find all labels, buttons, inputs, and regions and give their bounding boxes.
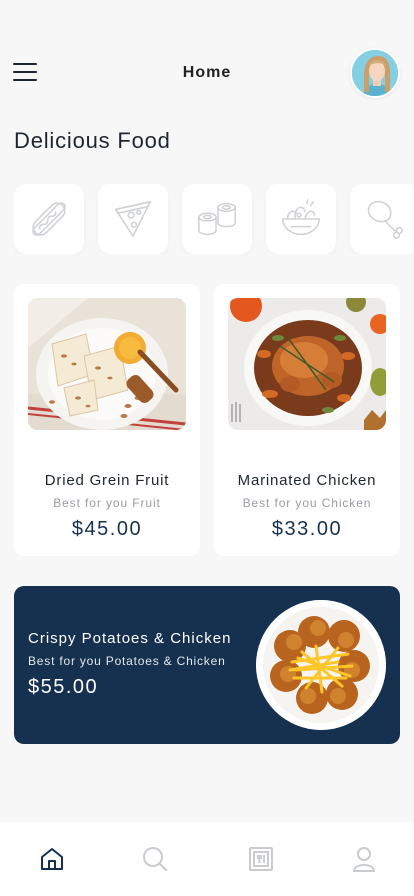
product-card-dried-fruit[interactable]: Dried Grein Fruit Best for you Fruit $45… [14, 284, 200, 556]
menu-book-icon [249, 847, 273, 871]
salad-bowl-icon [282, 199, 320, 236]
product-name: Dried Grein Fruit [44, 472, 170, 489]
category-chicken[interactable] [350, 184, 414, 254]
product-card-marinated-chicken[interactable]: Marinated Chicken Best for you Chicken $… [214, 284, 400, 556]
featured-title: Crispy Potatoes & Chicken [28, 630, 232, 647]
tab-menu[interactable] [246, 844, 276, 874]
category-hotdog[interactable] [14, 184, 84, 254]
featured-subtitle: Best for you Potatoes & Chicken [28, 654, 226, 668]
tab-search[interactable] [140, 844, 170, 874]
tab-profile[interactable] [349, 844, 379, 874]
app-header: Home [0, 48, 414, 98]
roast-chicken-photo [228, 298, 386, 430]
sushi-rolls-icon [198, 202, 236, 236]
product-name: Marinated Chicken [237, 472, 377, 489]
product-subtitle: Best for you Fruit [53, 496, 161, 510]
search-icon [143, 847, 167, 871]
user-avatar[interactable] [350, 48, 400, 98]
product-price: $45.00 [71, 518, 143, 540]
category-pizza[interactable] [98, 184, 168, 254]
profile-icon [352, 847, 376, 872]
featured-price: $55.00 [28, 676, 99, 698]
home-icon [41, 848, 63, 870]
section-title: Delicious Food [14, 128, 171, 153]
featured-banner[interactable]: Crispy Potatoes & Chicken Best for you P… [14, 586, 400, 744]
product-subtitle: Best for you Chicken [242, 496, 372, 510]
tab-home[interactable] [37, 844, 67, 874]
bottom-tab-bar [0, 822, 414, 896]
category-list [14, 184, 414, 254]
pizza-slice-icon [114, 200, 152, 238]
fried-chicken-fries-photo [256, 600, 386, 730]
product-price: $33.00 [271, 518, 343, 540]
category-sushi[interactable] [182, 184, 252, 254]
hotdog-icon [32, 202, 66, 236]
dried-fruit-bars-photo [28, 298, 186, 430]
chicken-leg-icon [367, 200, 404, 239]
category-salad[interactable] [266, 184, 336, 254]
